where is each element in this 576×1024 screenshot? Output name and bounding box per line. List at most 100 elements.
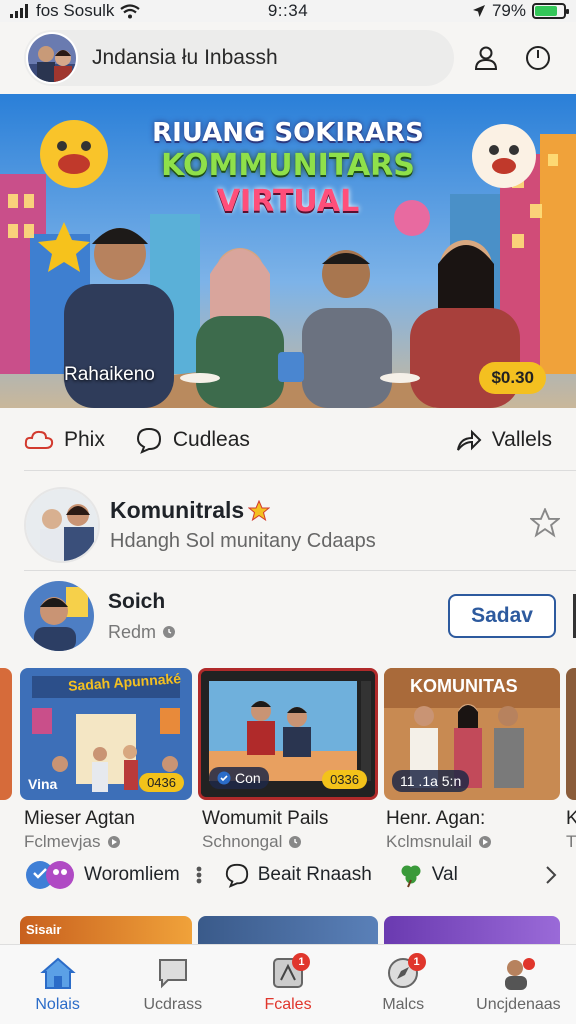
message-square-icon	[158, 958, 187, 988]
avatar[interactable]	[26, 32, 78, 84]
tab-home[interactable]: Nolais	[0, 945, 115, 1024]
action-beait-label: Beait Rnaash	[257, 864, 372, 885]
star-outline-icon	[528, 506, 562, 538]
play-icon	[478, 836, 491, 848]
tab-home-label: Nolais	[35, 995, 80, 1013]
card-2-duration: 0336	[322, 770, 367, 789]
user-text: Soich Redm	[108, 590, 176, 643]
home-icon	[39, 957, 76, 989]
card-3-sub: Kclmsnulail	[386, 832, 492, 852]
user-row[interactable]: Soich Redm Sadav	[24, 578, 576, 654]
card-1-title[interactable]: Mieser Agtan	[24, 808, 135, 830]
top-header: Jndansia łu Inbassh	[0, 26, 576, 90]
tab-bar: Nolais Ucdrass 1 Fcales 1 Malcs Uncjdena…	[0, 944, 576, 1024]
card-1-sub: Fclmevjas	[24, 832, 121, 852]
action-val-label: Val	[431, 864, 458, 885]
tab-fcales-badge: 1	[292, 953, 311, 971]
card-3-sub-label: Kclmsnulail	[386, 832, 472, 851]
user-group-icon	[505, 957, 536, 990]
action-cudleas-label: Cudleas	[172, 428, 250, 451]
peek-image-1[interactable]: Sisair	[20, 916, 192, 944]
hero-title-line2: KOMMUNITARS	[161, 148, 415, 183]
more-vertical-icon[interactable]	[194, 863, 204, 887]
card-2-sub-label: Schnongal	[202, 832, 283, 851]
tab-malcs[interactable]: 1 Malcs	[346, 945, 461, 1024]
bottom-action-row: Woromliem Beait Rnaash Val	[24, 856, 576, 894]
profile-button[interactable]	[466, 38, 506, 78]
action-cudleas[interactable]: Cudleas	[135, 426, 250, 454]
action-woromliem-label: Woromliem	[84, 864, 180, 885]
card-partial-left[interactable]	[0, 668, 12, 800]
hero-title-line3: VIRTUAL	[216, 184, 360, 219]
price-badge: $0.30	[479, 362, 546, 394]
status-right: 79%	[472, 1, 569, 21]
card-2-tag: Con	[209, 767, 269, 789]
power-button[interactable]	[518, 38, 558, 78]
peek-image-3[interactable]	[384, 916, 560, 944]
play-icon	[107, 836, 120, 848]
battery-icon	[532, 3, 569, 19]
peek-image-2[interactable]	[198, 916, 378, 944]
check-icon	[217, 771, 231, 785]
card-3-title[interactable]: Henr. Agan:	[386, 808, 485, 830]
hero-caption: Rahaikeno	[64, 364, 155, 385]
status-time: 9::34	[267, 1, 309, 20]
tab-malcs-badge: 1	[407, 953, 426, 971]
star-badge-icon	[248, 499, 271, 521]
emoji-bubbles-icon	[26, 861, 74, 889]
app-root: fos Sosulk 9::34 79% Jndansia łu Inbassh…	[0, 0, 576, 1024]
tab-ucdrass[interactable]: Ucdrass	[115, 945, 230, 1024]
tab-fcales[interactable]: 1 Fcales	[230, 945, 345, 1024]
hero-title-line1: RIUANG SOKIRARS	[152, 118, 424, 148]
community-row[interactable]: Komunitrals Hdangh Sol munitany Cdaaps	[24, 486, 576, 564]
header-title: Jndansia łu Inbassh	[92, 46, 278, 69]
action-beait[interactable]: Beait Rnaash	[224, 862, 372, 888]
action-phix-label: Phix	[64, 428, 105, 451]
divider	[24, 470, 576, 471]
card-4-sub: T	[566, 832, 576, 851]
favorite-button[interactable]	[528, 506, 562, 543]
divider	[24, 570, 576, 571]
action-val[interactable]: Val	[398, 862, 458, 888]
chat-bubble-icon	[136, 427, 161, 454]
tab-profile[interactable]: Uncjdenaas	[461, 945, 576, 1024]
status-bar: fos Sosulk 9::34 79%	[0, 0, 576, 22]
card-2-title[interactable]: Womumit Pails	[202, 808, 328, 830]
community-avatar	[24, 487, 100, 563]
action-vallels[interactable]: Vallels	[454, 426, 552, 454]
card-2-image[interactable]: Con 0336	[198, 668, 378, 800]
card-1-duration: 0436	[139, 773, 184, 792]
tab-ucdrass-label: Ucdrass	[143, 995, 203, 1013]
clock-icon	[163, 626, 176, 638]
card-3-image-text: KOMUNITAS	[410, 676, 518, 696]
card-3-tag: 11 .1a 5:n	[392, 770, 470, 792]
action-woromliem[interactable]: Woromliem	[24, 859, 180, 891]
community-subtitle: Hdangh Sol munitany Cdaaps	[110, 530, 376, 552]
tab-malcs-label: Malcs	[382, 995, 425, 1013]
action-vallels-label: Vallels	[491, 428, 552, 451]
action-phix[interactable]: Phix	[24, 428, 105, 452]
card-3-image[interactable]: KOMUNITAS 11 .1a 5:n	[384, 668, 560, 800]
share-icon	[456, 429, 482, 451]
tab-profile-label: Uncjdenaas	[476, 995, 561, 1013]
save-button[interactable]: Sadav	[448, 594, 556, 638]
person-icon	[475, 46, 498, 70]
tab-fcales-label: Fcales	[264, 995, 312, 1013]
profile-pill[interactable]: Jndansia łu Inbassh	[24, 30, 455, 86]
comment-icon	[225, 863, 248, 888]
card-4-image[interactable]	[566, 668, 576, 800]
card-4-title[interactable]: K	[566, 808, 576, 830]
battery-percent: 79%	[491, 1, 526, 20]
chevron-right-icon[interactable]	[544, 865, 558, 885]
user-name: Soich	[108, 589, 166, 613]
card-1-image[interactable]: Sadah Apunnaké Vina 0436	[20, 668, 192, 800]
card-1-tag: Vina	[28, 776, 58, 792]
community-text: Komunitrals Hdangh Sol munitany Cdaaps	[110, 497, 376, 553]
clock-icon	[289, 836, 302, 848]
user-sub-label: Redm	[108, 621, 157, 642]
community-title-row: Komunitrals	[110, 497, 376, 524]
wifi-icon	[120, 3, 141, 18]
hero-banner[interactable]: RIUANG SOKIRARS KOMMUNITARS VIRTUAL Raha…	[0, 94, 576, 408]
power-icon	[526, 46, 551, 70]
signal-icon	[10, 4, 28, 18]
